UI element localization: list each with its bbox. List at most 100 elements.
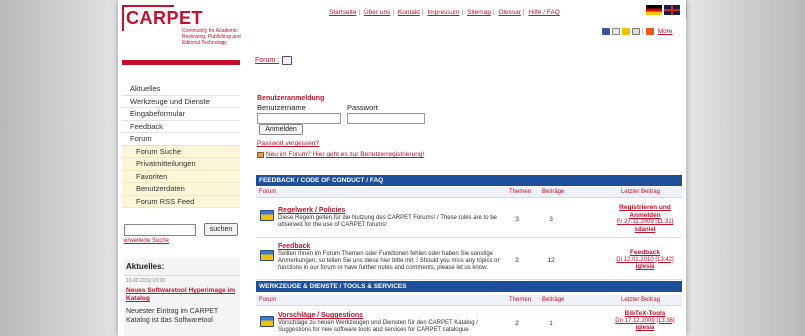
separator: | xyxy=(392,9,395,16)
frame-left xyxy=(0,0,118,336)
thread-count: 2 xyxy=(515,257,519,264)
col-threads: Themen xyxy=(509,189,532,195)
col-forum: Forum xyxy=(259,189,277,195)
bookmark-star-icon[interactable] xyxy=(622,28,630,35)
uk-flag-icon[interactable] xyxy=(664,5,680,15)
column-header-row: Forum Themen Beiträge Letzter Beitrag xyxy=(256,187,682,198)
advanced-search-link[interactable]: erweiterte Suche xyxy=(124,238,169,244)
sidebar-subitem-rss-feed[interactable]: Forum RSS Feed xyxy=(122,195,240,208)
thread-count: 3 xyxy=(515,216,519,223)
last-post: BibTeX-Tools Do 17.12.2009 [13:36] igles… xyxy=(608,310,682,333)
post-count: 1 xyxy=(549,320,553,327)
breadcrumb: Forum : xyxy=(255,56,293,65)
search-button[interactable]: suchen xyxy=(204,223,238,236)
carpet-logo[interactable]: CARPET xyxy=(126,8,203,29)
login-button[interactable]: Anmelden xyxy=(259,124,303,135)
german-flag-icon[interactable] xyxy=(646,5,662,15)
forum-row: Vorschläge / Suggestions Vorschläge zu n… xyxy=(256,307,682,336)
frame-right xyxy=(687,0,805,336)
sidebar-subitem-user-data[interactable]: Benutzerdaten xyxy=(122,183,240,196)
top-link-contact[interactable]: Kontakt xyxy=(398,9,420,16)
top-link-help[interactable]: Hilfe / FAQ xyxy=(528,9,559,16)
col-posts: Beiträge xyxy=(542,189,565,195)
sidebar-item-form[interactable]: Eingabeformular xyxy=(122,108,240,121)
more-link[interactable]: More xyxy=(658,28,673,35)
last-post-user[interactable]: iglesia xyxy=(608,264,682,272)
username-field[interactable] xyxy=(257,113,341,124)
language-flags xyxy=(646,5,680,15)
post-count: 12 xyxy=(547,257,555,264)
top-link-glossary[interactable]: Glossar xyxy=(498,9,520,16)
forum-folder-icon xyxy=(260,316,274,327)
search-input[interactable] xyxy=(124,224,196,236)
col-threads: Themen xyxy=(509,297,532,303)
share-plus-icon[interactable] xyxy=(645,28,654,35)
last-post-date[interactable]: Fr 27.11.2009 [11:31] xyxy=(608,219,682,227)
last-post-title[interactable]: BibTeX-Tools xyxy=(608,310,682,318)
logo-subtitle: Community for Academic Reviewing, Publis… xyxy=(182,28,241,46)
top-link-imprint[interactable]: Impressum xyxy=(427,9,459,16)
share-tools: | More xyxy=(602,28,673,35)
username-label: Benutzername xyxy=(257,103,306,112)
forum-title-link[interactable]: Vorschläge / Suggestions xyxy=(278,312,363,319)
sidebar-subitem-favorites[interactable]: Favoriten xyxy=(122,170,240,183)
forum-description: Sollten Ihnen im Forum Themen oder Funkt… xyxy=(278,251,500,271)
last-post: Feedback Di 12.01.2010 [13:42] iglesia xyxy=(608,249,682,272)
facebook-icon[interactable] xyxy=(602,28,610,35)
separator: | xyxy=(642,28,644,35)
top-link-sitemap[interactable]: Sitemap xyxy=(467,9,491,16)
forum-description: Vorschläge zu neuen Werkzeugen und Diens… xyxy=(278,320,478,333)
sidebar-item-news[interactable]: Aktuelles xyxy=(122,83,240,96)
col-forum: Forum xyxy=(259,297,277,303)
forum-folder-icon xyxy=(260,250,274,261)
news-date: 10.02.2010 16:28 xyxy=(126,278,165,284)
col-last-post: Letzter Beitrag xyxy=(621,189,661,195)
sidebar-nav: Aktuelles Werkzeuge und Dienste Eingabef… xyxy=(122,83,240,208)
top-link-home[interactable]: Startseite xyxy=(329,9,356,16)
column-header-row: Forum Themen Beiträge Letzter Beitrag xyxy=(256,295,682,306)
register-row: Neu im Forum? Hier geht es zur Benutzerr… xyxy=(257,151,424,158)
news-link[interactable]: Neues Softwaretool Hyperimage im Katalog xyxy=(124,286,240,304)
separator: | xyxy=(522,9,525,16)
register-icon xyxy=(257,151,264,158)
news-box: Aktuelles: 10.02.2010 16:28 Neues Softwa… xyxy=(124,258,240,336)
password-field[interactable] xyxy=(347,113,425,124)
sidebar-item-feedback[interactable]: Feedback xyxy=(122,121,240,133)
forum-description: Diese Regeln gelten für die Nutzung des … xyxy=(278,215,497,228)
forum-title-link[interactable]: Regelwerk / Policies xyxy=(278,207,345,214)
sidebar-item-forum[interactable]: Forum xyxy=(122,133,240,146)
login-section: Benutzeranmeldung xyxy=(257,95,324,102)
last-post-title[interactable]: Registrieren und Anmelden xyxy=(608,204,682,219)
forgot-password-link[interactable]: Passwort vergessen? xyxy=(257,140,319,147)
news-title: Aktuelles: xyxy=(124,258,240,276)
mail-icon[interactable] xyxy=(612,28,620,35)
login-title: Benutzeranmeldung xyxy=(257,95,325,102)
last-post-user[interactable]: iglesia xyxy=(608,325,682,333)
separator: | xyxy=(461,9,464,16)
sidebar-subitem-forum-search[interactable]: Forum Suche xyxy=(122,145,240,158)
col-posts: Beiträge xyxy=(542,297,565,303)
separator: | xyxy=(492,9,495,16)
last-post-date[interactable]: Di 12.01.2010 [13:42] xyxy=(608,257,682,265)
thread-count: 2 xyxy=(515,320,519,327)
sidebar-subitem-private-messages[interactable]: Privatmitteilungen xyxy=(122,158,240,171)
last-post-user[interactable]: sdaniel xyxy=(608,227,682,235)
forum-row: Regelwerk / Policies Diese Regeln gelten… xyxy=(256,199,682,238)
forum-folder-icon xyxy=(260,210,274,221)
forum-row: Feedback Sollten Ihnen im Forum Themen o… xyxy=(256,239,682,280)
top-link-about[interactable]: Über uns xyxy=(364,9,390,16)
print-icon[interactable] xyxy=(632,28,640,35)
top-link-bar: Startseite | Über uns | Kontakt | Impressum… xyxy=(329,9,560,16)
breadcrumb-forum-link[interactable]: Forum : xyxy=(255,57,279,64)
password-label: Passwort xyxy=(347,103,378,112)
printer-icon[interactable] xyxy=(282,56,293,65)
last-post-title[interactable]: Feedback xyxy=(608,249,682,257)
sidebar-item-tools[interactable]: Werkzeuge und Dienste xyxy=(122,96,240,108)
last-post-date[interactable]: Do 17.12.2009 [13:36] xyxy=(608,318,682,326)
section-header: FEEDBACK / CODE OF CONDUCT / FAQ xyxy=(256,175,682,186)
register-link[interactable]: Neu im Forum? Hier geht es zur Benutzerr… xyxy=(266,151,424,158)
web-page: CARPET Community for Academic Reviewing,… xyxy=(118,0,686,336)
forum-title-link[interactable]: Feedback xyxy=(278,243,310,250)
section-header: WERKZEUGE & DIENSTE / TOOLS & SERVICES xyxy=(256,281,682,292)
last-post: Registrieren und Anmelden Fr 27.11.2009 … xyxy=(608,204,682,234)
